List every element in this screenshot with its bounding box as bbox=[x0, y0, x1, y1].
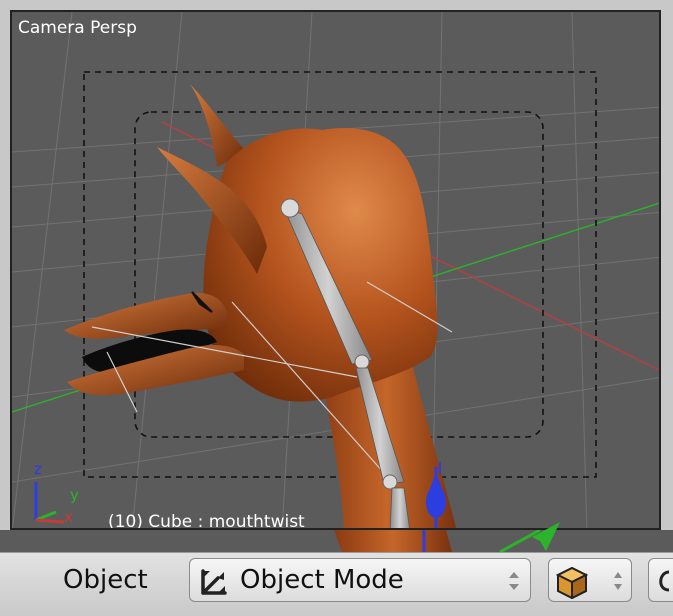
object-menu-label[interactable]: Object bbox=[63, 565, 148, 595]
mode-select[interactable]: Object Mode bbox=[189, 558, 531, 602]
pivot-icon bbox=[655, 568, 673, 598]
manipulator-z-handle bbox=[426, 486, 446, 518]
scene bbox=[12, 12, 659, 528]
axis-label-y: y bbox=[70, 486, 79, 504]
bone-upper-tail-joint bbox=[354, 354, 370, 370]
object-status: (10) Cube : mouthtwist bbox=[108, 512, 305, 530]
neck-mesh-lower bbox=[334, 530, 452, 552]
bone-lower-tail-joint bbox=[382, 474, 398, 490]
up-down-arrows-icon bbox=[613, 571, 623, 595]
axis-label-z: z bbox=[34, 460, 42, 478]
axis-label-x: x bbox=[64, 508, 73, 526]
pivot-select[interactable] bbox=[648, 558, 673, 602]
3d-viewport[interactable]: Camera Persp z y x (10) Cube : mouthtwis… bbox=[10, 10, 661, 530]
viewport-title: Camera Persp bbox=[18, 18, 137, 38]
mode-select-value: Object Mode bbox=[240, 565, 404, 595]
viewport-shading-select[interactable] bbox=[548, 558, 632, 602]
viewport-header: Object Object Mode bbox=[0, 552, 673, 616]
bone-upper-head-joint bbox=[280, 198, 300, 218]
up-down-arrows-icon bbox=[508, 571, 520, 595]
object-mode-icon bbox=[200, 566, 232, 600]
solid-cube-icon bbox=[555, 565, 589, 603]
axis-gizmo bbox=[34, 482, 65, 524]
